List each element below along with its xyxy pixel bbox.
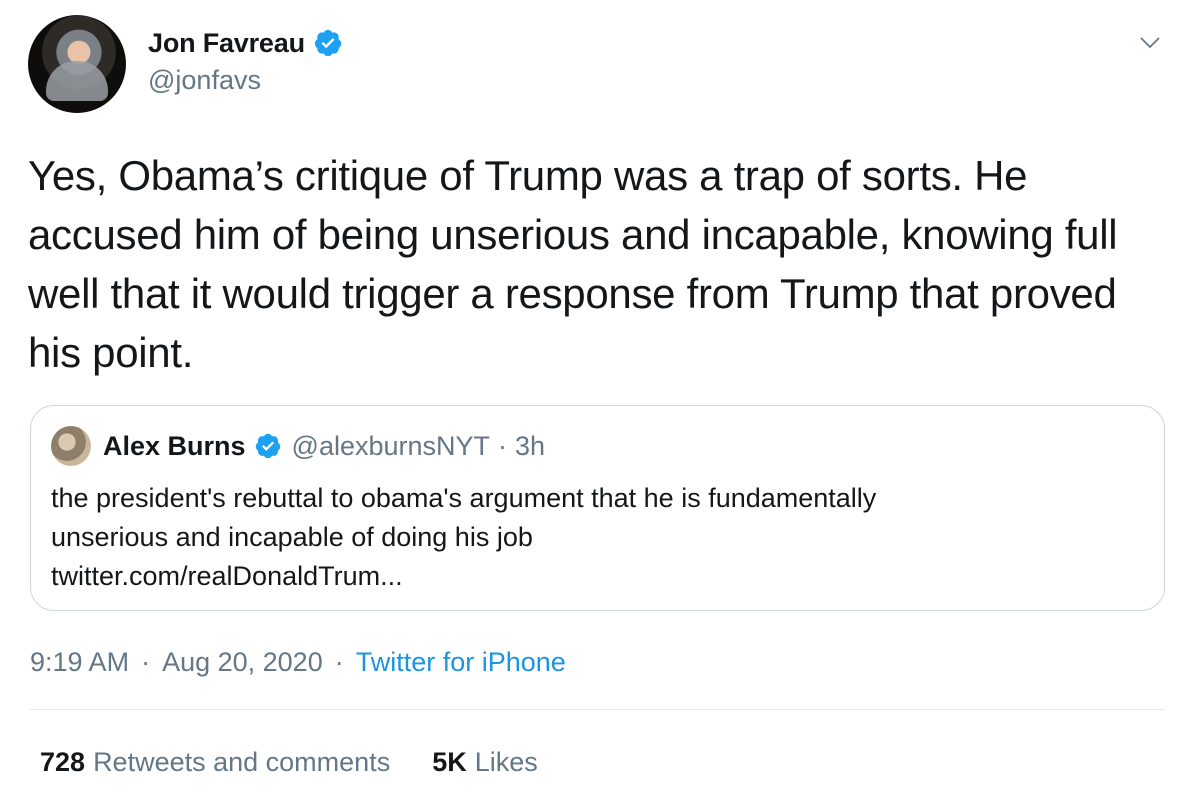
meta-separator: · bbox=[141, 646, 151, 677]
quoted-text-line: the president's rebuttal to obama's argu… bbox=[51, 483, 877, 513]
author-name[interactable]: Jon Favreau bbox=[148, 28, 305, 59]
author-info: Jon Favreau @jonfavs bbox=[148, 23, 343, 96]
quoted-tweet-header: Alex Burns @alexburnsNYT · 3h bbox=[51, 426, 545, 466]
likes-stat[interactable]: 5K Likes bbox=[432, 747, 538, 778]
tweet-meta: 9:19 AM · Aug 20, 2020 · Twitter for iPh… bbox=[30, 643, 566, 681]
chevron-down-icon[interactable] bbox=[1138, 31, 1162, 55]
divider bbox=[30, 709, 1165, 710]
tweet-date[interactable]: Aug 20, 2020 bbox=[162, 647, 323, 678]
tweet-header: Jon Favreau @jonfavs bbox=[28, 15, 1168, 115]
retweets-label: Retweets and comments bbox=[93, 746, 391, 777]
meta-separator: · bbox=[334, 646, 344, 677]
tweet-card: Jon Favreau @jonfavs Yes, Obama’s critiq… bbox=[0, 0, 1196, 806]
quoted-tweet-text: the president's rebuttal to obama's argu… bbox=[51, 479, 1131, 596]
quoted-author-avatar bbox=[51, 426, 91, 466]
likes-label: Likes bbox=[474, 746, 538, 777]
quoted-text-line: unserious and incapable of doing his job bbox=[51, 522, 533, 552]
tweet-text: Yes, Obama’s critique of Trump was a tra… bbox=[28, 152, 1118, 376]
author-avatar[interactable] bbox=[28, 15, 126, 113]
quoted-author-handle: @alexburnsNYT bbox=[291, 430, 491, 461]
quoted-separator: · bbox=[498, 430, 508, 461]
tweet-time[interactable]: 9:19 AM bbox=[30, 647, 129, 678]
verified-badge-icon bbox=[255, 433, 280, 459]
author-handle[interactable]: @jonfavs bbox=[148, 65, 343, 96]
likes-count: 5K bbox=[432, 746, 467, 777]
quoted-timestamp: 3h bbox=[515, 430, 546, 461]
quoted-author-name: Alex Burns bbox=[103, 430, 246, 461]
author-name-row: Jon Favreau bbox=[148, 23, 343, 63]
verified-badge-icon bbox=[314, 29, 341, 57]
tweet-stats: 728 Retweets and comments 5K Likes bbox=[40, 742, 538, 782]
tweet-source-link[interactable]: Twitter for iPhone bbox=[356, 647, 566, 678]
quoted-tweet[interactable]: Alex Burns @alexburnsNYT · 3h the presid… bbox=[30, 405, 1165, 611]
retweets-count: 728 bbox=[40, 746, 86, 777]
quoted-link[interactable]: twitter.com/realDonaldTrum... bbox=[51, 557, 1131, 596]
retweets-stat[interactable]: 728 Retweets and comments bbox=[40, 747, 390, 778]
